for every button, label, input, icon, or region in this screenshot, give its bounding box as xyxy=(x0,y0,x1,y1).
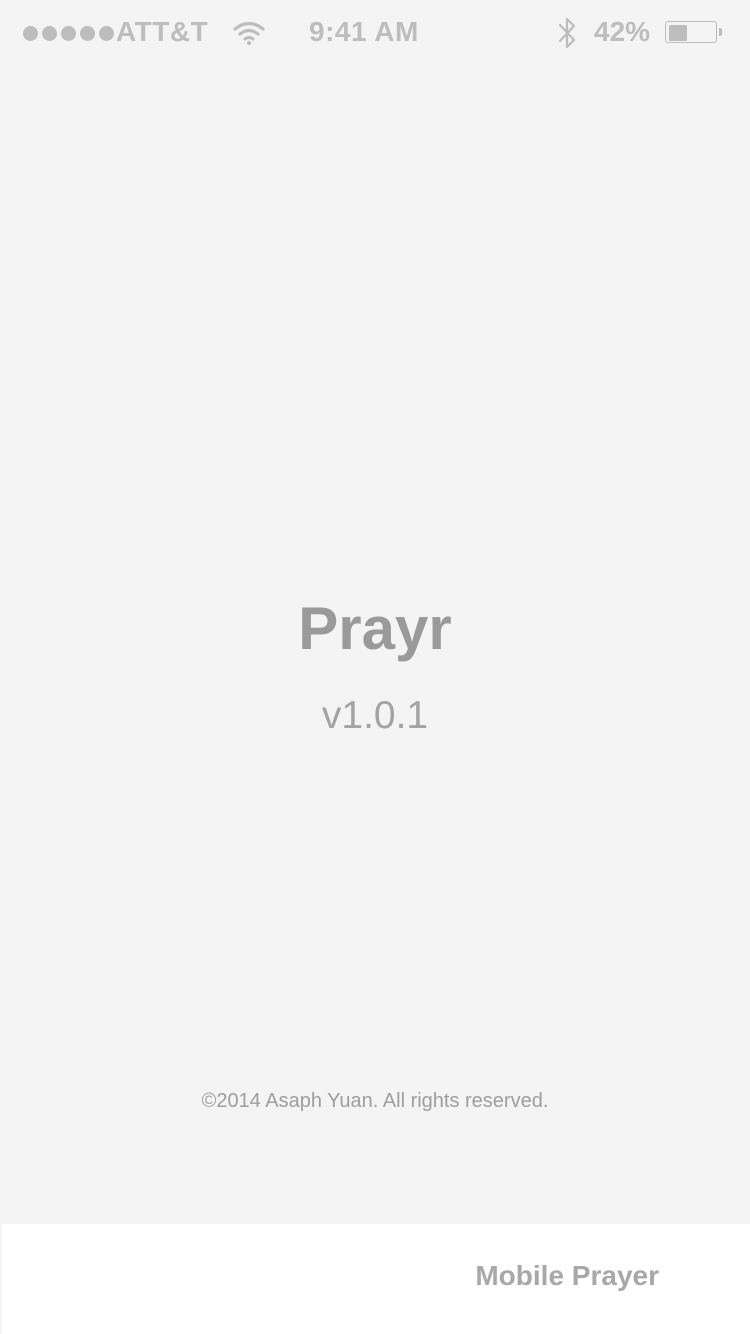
battery-body xyxy=(665,21,717,43)
signal-dot xyxy=(42,26,57,41)
bluetooth-icon xyxy=(555,16,579,50)
battery-fill xyxy=(669,25,687,41)
status-time: 9:41 AM xyxy=(309,16,419,47)
carrier-name: ATT&T xyxy=(116,16,209,47)
battery-percent: 42% xyxy=(594,16,651,47)
copyright-notice: ©2014 Asaph Yuan. All rights reserved. xyxy=(201,1090,549,1112)
battery-tip xyxy=(719,28,722,36)
signal-dot xyxy=(61,26,76,41)
signal-strength-icon xyxy=(23,26,114,41)
app-title: Prayr xyxy=(298,595,452,662)
wifi-icon xyxy=(233,20,265,46)
bottom-bar: Mobile Prayer xyxy=(2,1224,750,1334)
signal-dot xyxy=(80,26,95,41)
signal-dot xyxy=(23,26,38,41)
signal-dot xyxy=(99,26,114,41)
app-version: v1.0.1 xyxy=(321,694,429,737)
battery-icon xyxy=(665,21,723,45)
status-bar: ATT&T 9:41 AM 42% xyxy=(0,0,750,68)
mobile-prayer-button[interactable]: Mobile Prayer xyxy=(475,1260,659,1292)
